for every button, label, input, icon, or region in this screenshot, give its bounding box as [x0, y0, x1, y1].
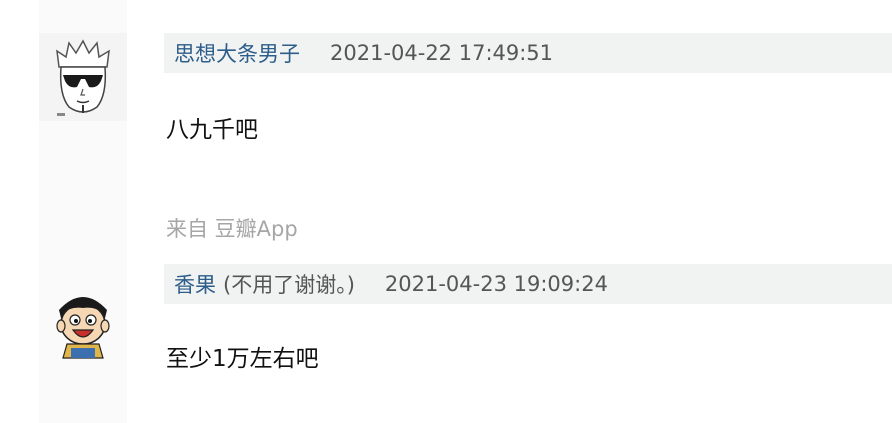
- comment-text: 至少1万左右吧: [166, 346, 319, 372]
- cartoon-boy-avatar-icon[interactable]: [39, 278, 127, 366]
- comment-meta-bar: 香果 (不用了谢谢。) 2021-04-23 19:09:24: [164, 264, 892, 304]
- author-name-link[interactable]: 香果: [174, 269, 216, 299]
- author-note: (不用了谢谢。): [223, 273, 355, 297]
- author-name-link[interactable]: 思想大条男子: [174, 38, 300, 68]
- comment-meta-bar: 思想大条男子 2021-04-22 17:49:51: [164, 33, 892, 73]
- comment-timestamp: 2021-04-22 17:49:51: [330, 41, 554, 65]
- sunglasses-man-avatar-icon[interactable]: [39, 33, 127, 121]
- comment-source: 来自 豆瓣App: [166, 217, 298, 241]
- comment-text: 八九千吧: [166, 117, 258, 143]
- comment-timestamp: 2021-04-23 19:09:24: [384, 272, 608, 296]
